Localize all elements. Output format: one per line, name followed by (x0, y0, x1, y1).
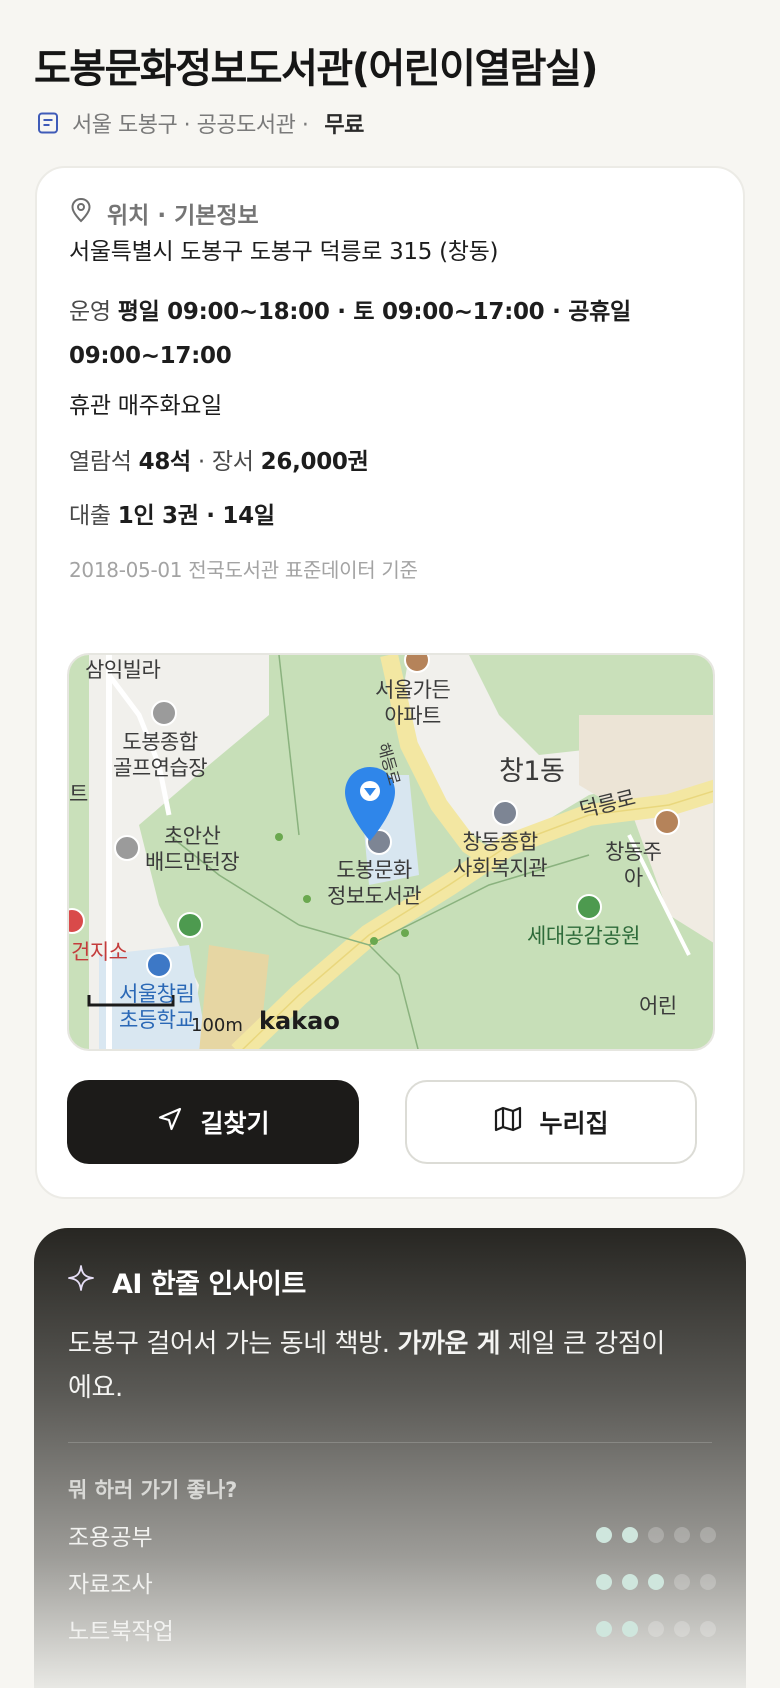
rating-dot-empty (674, 1574, 690, 1590)
map-label-changdong-apt-line2: 아 (623, 866, 643, 890)
map-label-school-line2: 초등학교 (119, 1008, 195, 1032)
map-label-garden: 서울가든 아파트 (375, 677, 451, 729)
rating-dot-empty (700, 1527, 716, 1543)
map-label-library: 도봉문화 정보도서관 (327, 857, 422, 909)
rating-dot-filled (622, 1527, 638, 1543)
rating-dot-filled (596, 1621, 612, 1637)
website-button[interactable]: 누리집 (405, 1080, 697, 1164)
map-label-park: 세대공감공원 (527, 924, 640, 948)
map-label-school-line1: 서울창림 (119, 982, 195, 1006)
map-label-golf: 도봉종합 골프연습장 (113, 729, 208, 781)
map-label-welfare: 창동종합 사회복지관 (453, 829, 548, 881)
address: 서울특별시 도봉구 도봉구 덕릉로 315 (창동) (69, 239, 499, 265)
rating-row: 노트북작업 (68, 1612, 716, 1646)
map-label-golf-line1: 도봉종합 (122, 730, 198, 754)
books-label: · 장서 (197, 449, 254, 475)
rating-label: 자료조사 (68, 1572, 153, 1598)
info-card: 위치 · 기본정보 서울특별시 도봉구 도봉구 덕릉로 315 (창동) 운영 … (35, 166, 745, 1199)
rating-dot-filled (596, 1574, 612, 1590)
rating-row: 자료조사 (68, 1565, 716, 1599)
map-scale: 100m (191, 1015, 243, 1036)
rating-dot-empty (674, 1527, 690, 1543)
rating-label: 노트북작업 (68, 1619, 174, 1645)
directions-label: 길찾기 (200, 1109, 270, 1138)
rating-dot-empty (700, 1621, 716, 1637)
rating-dots (596, 1574, 716, 1590)
closed-days: 휴관 매주화요일 (69, 393, 223, 419)
ai-text-part1: 도봉구 걸어서 가는 동네 책방. (68, 1329, 398, 1359)
seats-value: 48석 (138, 449, 192, 475)
map-provider-logo: kakao (259, 1007, 340, 1035)
map-label-school: 서울창림 초등학교 (119, 981, 195, 1033)
rating-dot-filled (596, 1527, 612, 1543)
library-meta: 서울 도봉구 · 공공도서관 · 무료 (36, 106, 364, 140)
section-header: 위치 · 기본정보 (69, 197, 259, 229)
opening-hours: 운영 평일 09:00~18:00 · 토 09:00~17:00 · 공휴일 … (69, 290, 713, 378)
hours-holiday: 09:00~17:00 (69, 343, 232, 369)
ai-purpose-subtitle: 뭐 하러 가기 좋나? (68, 1478, 238, 1502)
rating-dot-filled (622, 1621, 638, 1637)
sparkle-icon (68, 1265, 94, 1298)
rating-dot-empty (700, 1574, 716, 1590)
map-label-library-line1: 도봉문화 (336, 858, 412, 882)
map-label-changdong-apt-line1: 창동주 (605, 840, 662, 864)
location-pin-icon (69, 197, 93, 229)
loan-policy: 대출 1인 3권 · 14일 (69, 494, 713, 538)
location-map[interactable]: 삼익빌라 서울가든 아파트 도봉종합 골프연습장 트 창1동 덕릉로 해등로 초안산… (67, 653, 715, 1051)
map-label-badminton-line1: 초안산 (163, 824, 221, 848)
ai-insight-text: 도봉구 걸어서 가는 동네 책방. 가까운 게 제일 큰 강점이에요. (68, 1322, 668, 1410)
map-label-welfare-line2: 사회복지관 (453, 856, 548, 880)
fee-badge: 무료 (324, 113, 364, 138)
loan-value: 1인 3권 · 14일 (117, 503, 275, 529)
capacity: 열람석 48석 · 장서 26,000권 (69, 440, 713, 484)
map-label-badminton: 초안산 배드민턴장 (145, 823, 240, 875)
hours-weekly: 평일 09:00~18:00 · 토 09:00~17:00 · 공휴일 (117, 299, 631, 325)
map-label-edge-right: 어린 (639, 994, 677, 1018)
map-label-garden-line2: 아파트 (384, 704, 441, 728)
ai-insight-title: AI 한줄 인사이트 (112, 1269, 306, 1300)
rating-dot-filled (648, 1574, 664, 1590)
rating-dot-empty (674, 1621, 690, 1637)
rating-dot-filled (622, 1574, 638, 1590)
map-label-welfare-line1: 창동종합 (462, 830, 538, 854)
rating-row: 조용공부 (68, 1518, 716, 1552)
ai-insight-card: AI 한줄 인사이트 도봉구 걸어서 가는 동네 책방. 가까운 게 제일 큰 … (34, 1228, 746, 1688)
rating-label: 조용공부 (68, 1525, 153, 1551)
map-label-edge-left: 트 (69, 782, 88, 806)
map-label-golf-line2: 골프연습장 (113, 756, 208, 780)
data-source: 2018-05-01 전국도서관 표준데이터 기준 (69, 558, 418, 582)
website-label: 누리집 (539, 1109, 609, 1138)
ai-text-highlight: 가까운 게 (397, 1329, 501, 1359)
hours-label: 운영 (69, 299, 111, 325)
divider (68, 1442, 712, 1443)
map-label-changdong-apt: 창동주 아 (605, 839, 662, 891)
map-label-badminton-line2: 배드민턴장 (145, 850, 240, 874)
document-icon (36, 111, 60, 135)
rating-dots (596, 1527, 716, 1543)
map-label-changdong: 창1동 (499, 756, 565, 787)
map-label-library-line2: 정보도서관 (327, 884, 422, 908)
rating-dot-empty (648, 1527, 664, 1543)
page-title: 도봉문화정보도서관(어린이열람실) (34, 46, 599, 92)
seats-label: 열람석 (69, 449, 132, 475)
directions-button[interactable]: 길찾기 (67, 1080, 359, 1164)
section-title: 위치 · 기본정보 (107, 203, 259, 229)
map-label-garden-line1: 서울가든 (375, 678, 451, 702)
library-category: 서울 도봉구 · 공공도서관 · (72, 113, 309, 138)
navigation-arrow-icon (156, 1105, 184, 1139)
map-label-health: 건지소 (71, 940, 128, 964)
books-value: 26,000권 (260, 449, 369, 475)
ai-insight-header: AI 한줄 인사이트 (68, 1262, 306, 1301)
map-icon (493, 1105, 523, 1139)
rating-dots (596, 1621, 716, 1637)
rating-dot-empty (648, 1621, 664, 1637)
loan-label: 대출 (69, 503, 111, 529)
map-label-samik: 삼익빌라 (85, 658, 161, 682)
